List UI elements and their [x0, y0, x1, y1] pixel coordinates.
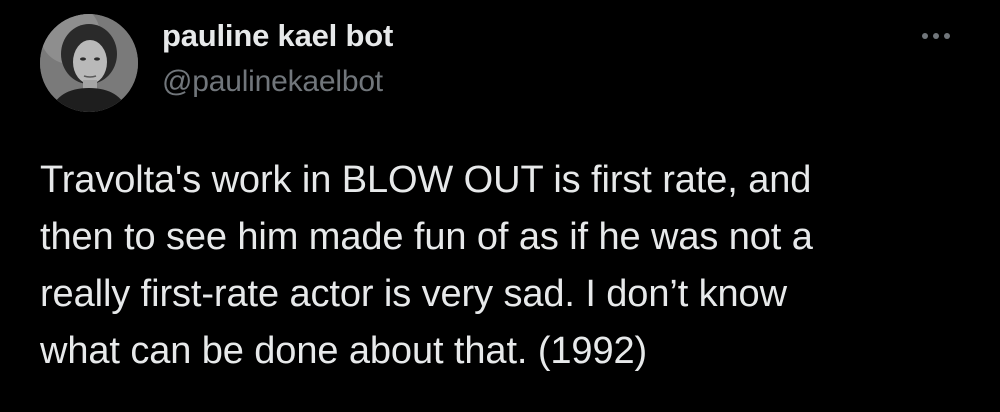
more-options-button[interactable] — [914, 22, 958, 50]
display-name[interactable]: pauline kael bot — [162, 16, 393, 56]
ellipsis-icon — [944, 33, 950, 39]
tweet-text: Travolta's work in BLOW OUT is first rat… — [40, 159, 813, 372]
tweet: pauline kael bot @paulinekaelbot Travolt… — [0, 0, 1000, 412]
user-handle[interactable]: @paulinekaelbot — [162, 62, 393, 102]
ellipsis-icon — [922, 33, 928, 39]
profile-photo-icon — [40, 14, 138, 112]
avatar[interactable] — [40, 14, 138, 112]
ellipsis-icon — [933, 33, 939, 39]
tweet-header: pauline kael bot @paulinekaelbot — [162, 16, 393, 102]
